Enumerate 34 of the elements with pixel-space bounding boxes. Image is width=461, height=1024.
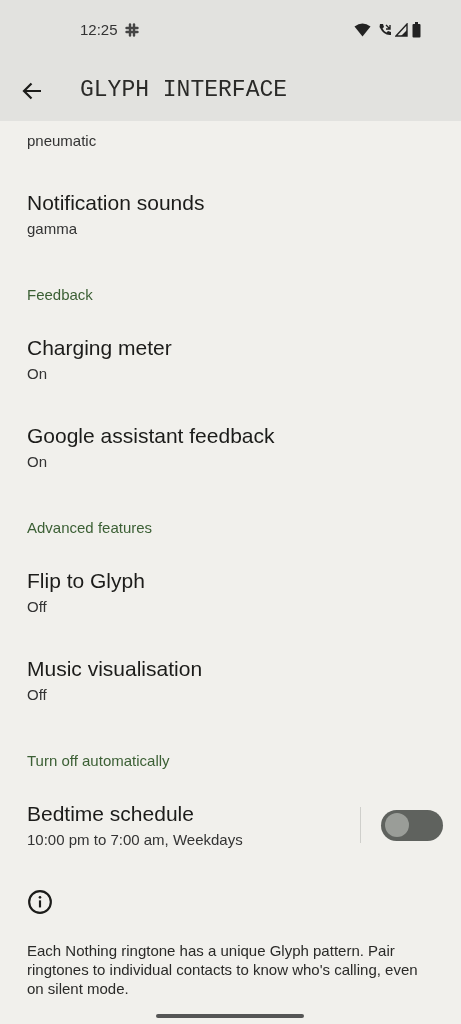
info-text: Each Nothing ringtone has a unique Glyph pattern. Pair ringtones to individual contacts to know who's calling, even on silent mode. — [27, 941, 419, 998]
item-subtitle: Off — [27, 685, 48, 705]
item-title: Flip to Glyph — [27, 568, 146, 594]
item-subtitle: 10:00 pm to 7:00 am, Weekdays — [27, 830, 244, 850]
item-subtitle: gamma — [27, 219, 79, 239]
settings-item[interactable]: pneumatic — [0, 121, 461, 170]
item-title: Music visualisation — [27, 656, 204, 682]
status-time: 12:25 — [80, 19, 118, 40]
phone-icon — [378, 23, 392, 37]
back-arrow-icon — [22, 81, 42, 100]
item-subtitle: Off — [27, 597, 48, 617]
item-title: Google assistant feedback — [27, 423, 276, 449]
section-header: Feedback — [27, 285, 94, 305]
page-title: GLYPH INTERFACE — [80, 76, 288, 106]
section-header: Advanced features — [27, 518, 154, 538]
info-icon — [27, 889, 53, 915]
settings-item[interactable]: Charging meter On — [0, 315, 461, 403]
battery-icon — [412, 22, 421, 38]
item-subtitle: On — [27, 364, 48, 384]
settings-item[interactable]: Google assistant feedback On — [0, 403, 461, 491]
hash-icon — [124, 23, 139, 37]
item-subtitle: pneumatic — [27, 131, 98, 151]
item-title: Charging meter — [27, 335, 173, 361]
settings-item[interactable]: Flip to Glyph Off — [0, 548, 461, 636]
settings-item[interactable]: Notification sounds gamma — [0, 170, 461, 258]
item-title: Bedtime schedule — [27, 801, 195, 827]
settings-item[interactable]: Music visualisation Off — [0, 636, 461, 724]
item-title: Notification sounds — [27, 190, 206, 216]
settings-item[interactable]: Bedtime schedule 10:00 pm to 7:00 am, Weekdays — [0, 781, 461, 869]
toggle-switch[interactable] — [381, 809, 443, 841]
item-subtitle: On — [27, 452, 48, 472]
wifi-icon — [354, 23, 371, 37]
section-header: Turn off automatically — [27, 751, 171, 771]
signal-icon — [395, 23, 408, 37]
